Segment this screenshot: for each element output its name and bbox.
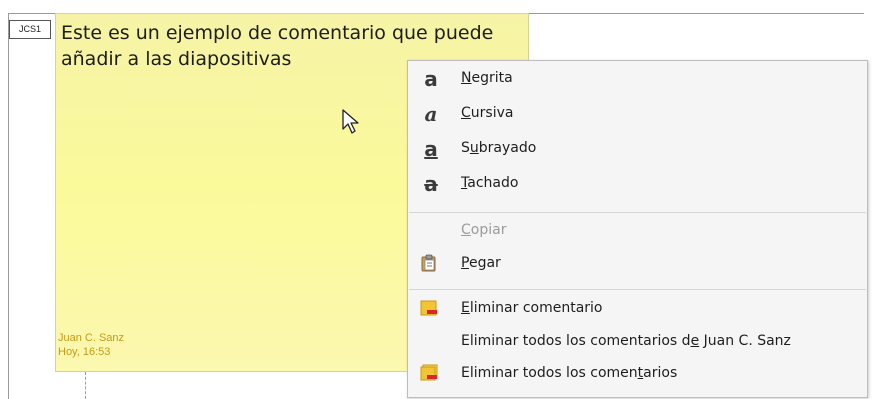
menu-item-underline-label: Subrayado — [461, 140, 537, 156]
menu-item-delete-all-comments[interactable]: Eliminar todos los comentarios — [408, 359, 867, 389]
menu-item-bold[interactable]: a Negrita — [408, 64, 867, 94]
delete-all-comments-icon — [420, 364, 438, 381]
menu-item-paste[interactable]: Pegar — [408, 249, 867, 279]
menu-item-italic-label: Cursiva — [461, 105, 514, 121]
menu-item-strikethrough-label: Tachado — [461, 175, 519, 191]
menu-item-delete-all-comments-label: Eliminar todos los comentarios — [461, 365, 678, 381]
comment-author-tag[interactable]: JCS1 — [9, 20, 51, 39]
comment-author: Juan C. Sanz — [58, 332, 125, 344]
bold-a-icon: a — [424, 67, 438, 91]
comment-time: Hoy, 16:53 — [58, 346, 111, 358]
menu-separator — [409, 289, 866, 290]
strikethrough-a-icon: a — [424, 172, 438, 196]
menu-item-delete-comment-label: Eliminar comentario — [461, 300, 603, 316]
italic-a-icon: a — [424, 102, 438, 126]
menu-item-delete-comment[interactable]: Eliminar comentario — [408, 294, 867, 324]
mouse-pointer-icon — [342, 109, 359, 134]
menu-item-copy[interactable]: Copiar — [408, 216, 867, 246]
menu-item-strikethrough[interactable]: a Tachado — [408, 169, 867, 199]
clipboard-icon — [421, 254, 436, 272]
menu-item-delete-author-comments-label: Eliminar todos los comentarios de Juan C… — [461, 333, 791, 349]
menu-item-delete-author-comments[interactable]: Eliminar todos los comentarios de Juan C… — [408, 327, 867, 357]
delete-comment-icon — [420, 300, 437, 316]
menu-item-italic[interactable]: a Cursiva — [408, 99, 867, 129]
context-menu: a Negrita a Cursiva a Subrayado a Tachad… — [407, 60, 868, 398]
underline-a-icon: a — [424, 137, 438, 161]
menu-item-copy-label: Copiar — [461, 222, 507, 238]
slide-border-left — [8, 13, 9, 399]
menu-item-underline[interactable]: a Subrayado — [408, 134, 867, 164]
menu-item-paste-label: Pegar — [461, 255, 501, 271]
comment-anchor-line — [85, 372, 86, 399]
menu-item-bold-label: Negrita — [461, 70, 513, 86]
menu-separator — [409, 212, 866, 213]
